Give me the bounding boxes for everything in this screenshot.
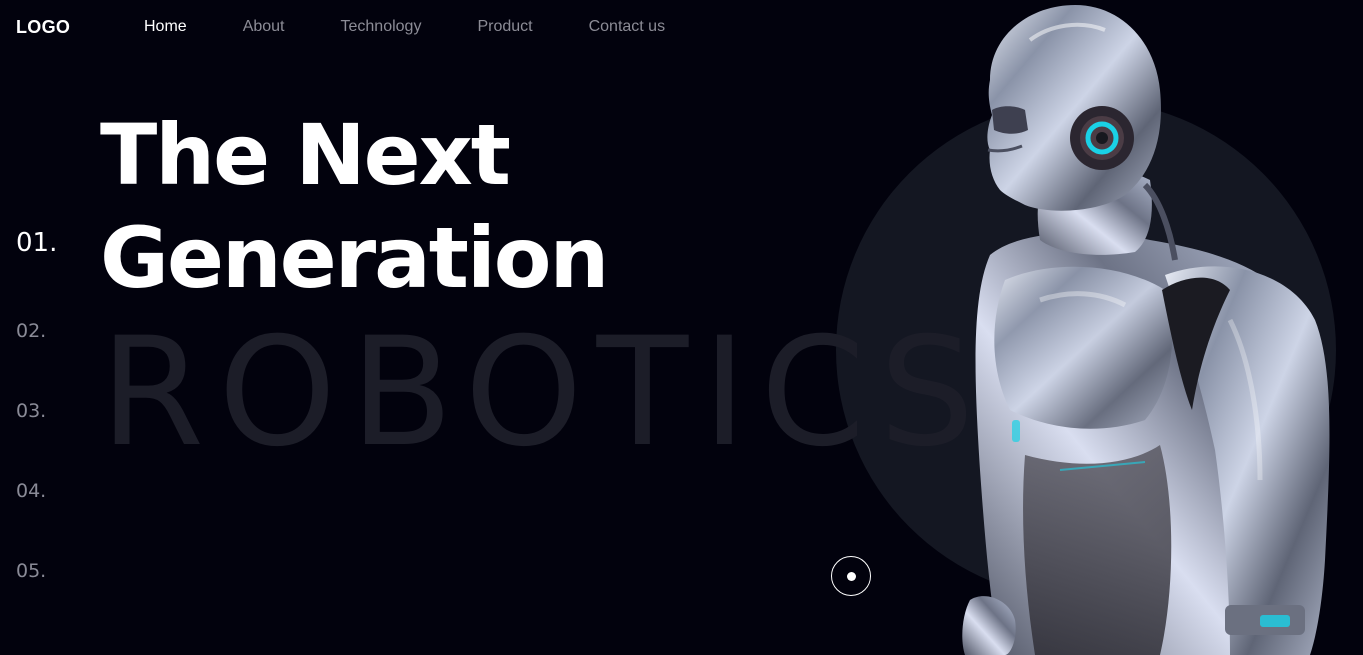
nav-home[interactable]: Home	[144, 18, 187, 36]
nav-technology[interactable]: Technology	[341, 18, 422, 36]
nav-contact-us[interactable]: Contact us	[589, 18, 665, 36]
slide-number-02[interactable]: 02.	[16, 320, 46, 342]
hero-page: ROBOTICS LOGO Home About Technology Prod…	[0, 0, 1363, 655]
headline-line-2: Generation	[100, 209, 609, 307]
slide-number-01[interactable]: 01.	[16, 228, 57, 258]
main-nav: Home About Technology Product Contact us	[144, 18, 665, 36]
nav-about[interactable]: About	[243, 18, 285, 36]
scroll-indicator-button[interactable]	[831, 556, 871, 596]
slide-number-04[interactable]: 04.	[16, 480, 46, 502]
logo[interactable]: LOGO	[16, 17, 70, 38]
nav-product[interactable]: Product	[477, 18, 532, 36]
scroll-dot-icon	[846, 571, 856, 581]
watermark-text: ROBOTICS	[100, 306, 989, 480]
slide-number-03[interactable]: 03.	[16, 400, 46, 422]
slide-number-05[interactable]: 05.	[16, 560, 46, 582]
hero-headline: The Next Generation	[100, 104, 609, 310]
robot-illustration	[962, 5, 1330, 655]
headline-line-1: The Next	[100, 106, 511, 204]
